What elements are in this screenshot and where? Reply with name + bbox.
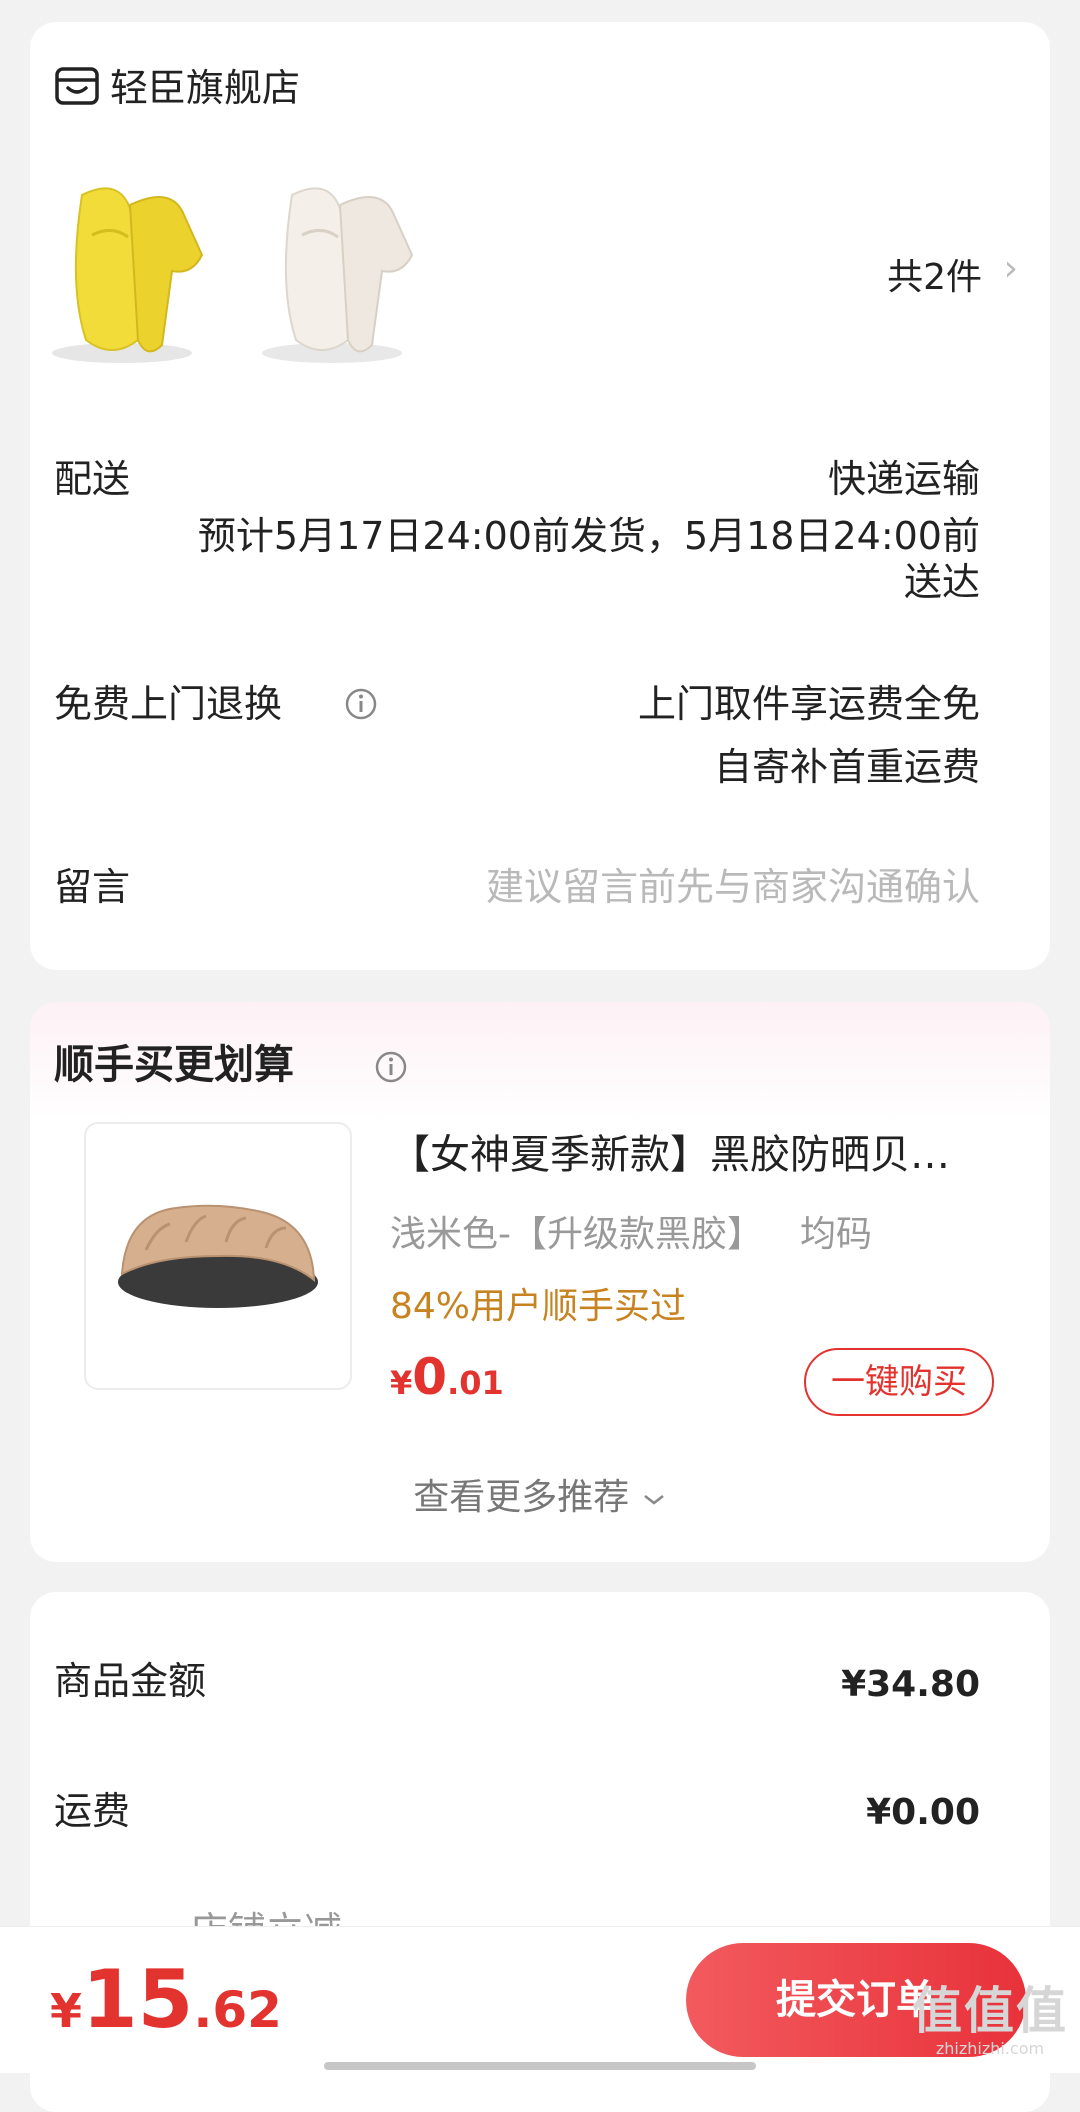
message-input[interactable]: 建议留言前先与商家沟通确认: [486, 864, 980, 910]
more-recommend-link[interactable]: 查看更多推荐: [0, 1468, 1080, 1520]
info-icon[interactable]: [344, 687, 378, 725]
price-integer: 0: [412, 1348, 448, 1406]
more-recommend-label: 查看更多推荐: [413, 1477, 630, 1518]
price-decimal: .01: [447, 1364, 504, 1402]
one-click-buy-button[interactable]: 一键购买: [804, 1348, 994, 1416]
return-free-pickup: 上门取件享运费全免: [637, 682, 980, 726]
return-self-send: 自寄补首重运费: [713, 745, 980, 789]
recommend-product-size: 均码: [800, 1214, 873, 1255]
recommend-product-image[interactable]: [84, 1122, 352, 1390]
shipping-value: ¥0.00: [866, 1792, 980, 1833]
delivery-estimate: 预计5月17日24:00前发货，5月18日24:00前: [197, 514, 980, 558]
info-icon[interactable]: [374, 1050, 408, 1088]
delivery-estimate-cont: 送达: [903, 560, 980, 604]
recommend-product-title[interactable]: 【女神夏季新款】黑胶防晒贝…: [390, 1130, 990, 1180]
home-indicator[interactable]: [324, 2062, 756, 2070]
watermark-logo: 值值值 zhizhizhi.com: [912, 1983, 1068, 2058]
product-image-white-slipper[interactable]: [262, 175, 422, 375]
store-icon: [54, 66, 100, 110]
recommend-product-spec: 浅米色-【升级款黑胶】: [390, 1214, 763, 1255]
chevron-right-icon[interactable]: ›: [1004, 248, 1018, 289]
delivery-method: 快递运输: [827, 457, 980, 501]
store-name[interactable]: 轻臣旗舰店: [110, 64, 300, 112]
shipping-label: 运费: [54, 1789, 131, 1833]
chevron-down-icon: [641, 1477, 667, 1518]
recommend-bought-rate: 84%用户顺手买过: [390, 1286, 687, 1327]
goods-amount-label: 商品金额: [54, 1659, 207, 1703]
watermark-site: zhizhizhi.com: [935, 2039, 1045, 2058]
delivery-label: 配送: [54, 457, 131, 501]
recommend-price: ¥0.01: [390, 1348, 504, 1406]
recommend-title: 顺手买更划算: [54, 1042, 294, 1088]
product-image-yellow-slipper[interactable]: [52, 175, 212, 375]
watermark-text: 值值值: [912, 1982, 1068, 2040]
message-label: 留言: [54, 865, 131, 909]
total-decimal: .62: [193, 1981, 282, 2039]
price-symbol: ¥: [390, 1364, 413, 1402]
total-integer: 15: [82, 1953, 194, 2046]
total-symbol: ¥: [50, 1984, 83, 2038]
goods-amount-value: ¥34.80: [841, 1664, 980, 1705]
return-label: 免费上门退换: [54, 682, 283, 726]
order-total: ¥15.62: [50, 1953, 282, 2046]
item-count[interactable]: 共2件: [887, 248, 982, 300]
